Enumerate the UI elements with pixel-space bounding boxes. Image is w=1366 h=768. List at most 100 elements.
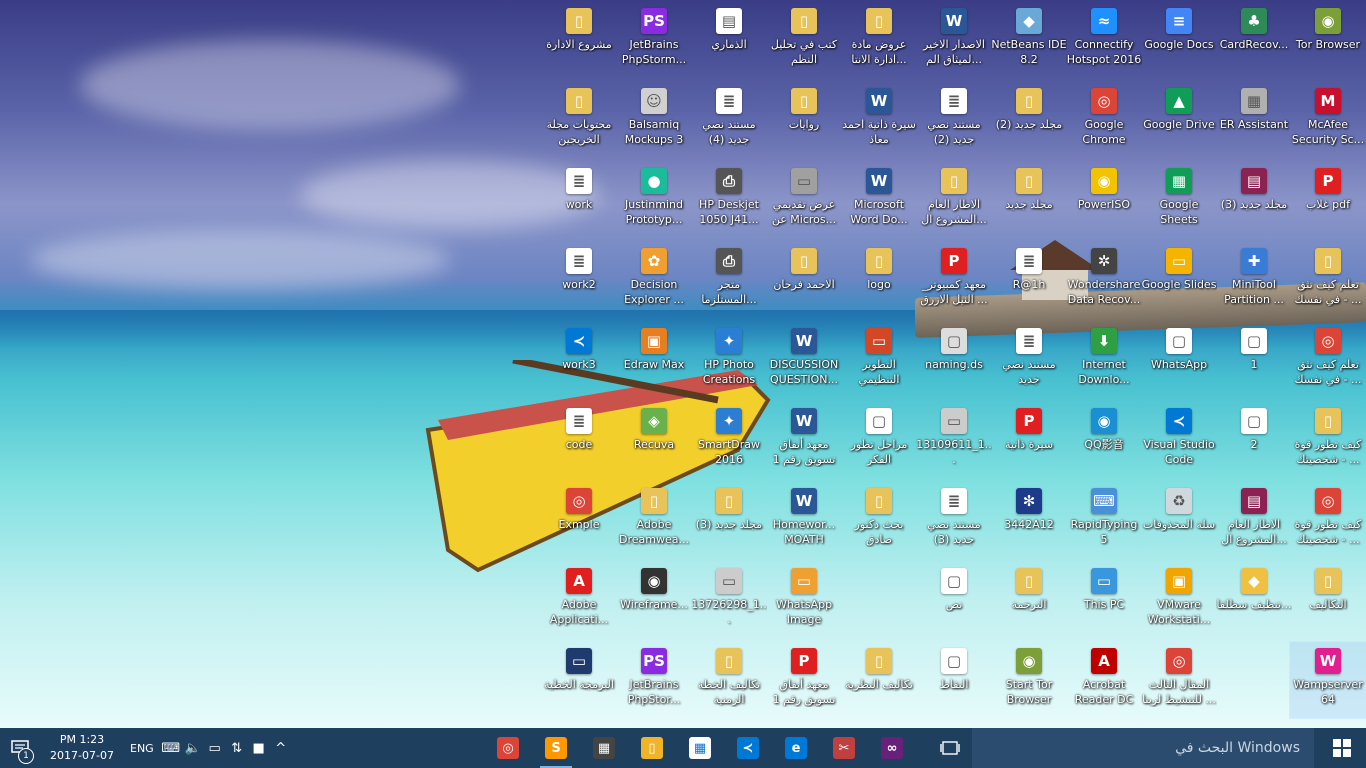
desktop-icon[interactable]: ◎ Google Chrome <box>1066 82 1142 158</box>
desktop-icon[interactable]: ◉ PowerISO <box>1066 162 1142 238</box>
desktop-icon[interactable]: ▯ محتويات مجلة الخريجين <box>541 82 617 158</box>
desktop-icon[interactable]: ▭ عرض تقديمي عن Micros... <box>766 162 842 238</box>
desktop-icon[interactable]: ≺ Visual Studio Code <box>1141 402 1217 478</box>
desktop-icon[interactable]: ⎙ HP Deskjet 1050 J41... <box>691 162 767 238</box>
desktop-icon[interactable]: ≣ مستند نصي جديد (3) <box>916 482 992 558</box>
taskbar-app-snipping-tool[interactable]: ✂ <box>820 728 868 768</box>
desktop-icon[interactable]: ▭ التطوير التنظيمي <box>841 322 917 398</box>
desktop-icon[interactable]: ▢ مراحل تطور الفكر <box>841 402 917 478</box>
desktop-icon[interactable]: ▢ 1 <box>1216 322 1292 398</box>
desktop-icon[interactable]: ▢ نص <box>916 562 992 638</box>
desktop-icon[interactable]: W سيرة ذاتية احمد معاذ <box>841 82 917 158</box>
desktop-icon[interactable]: ✻ 3442A12 <box>991 482 1067 558</box>
desktop-icon[interactable]: ⬇ Internet Downlo... <box>1066 322 1142 398</box>
desktop-icon[interactable]: PS JetBrains PhpStor... <box>616 642 692 718</box>
desktop-icon[interactable]: ▯ كتب في تحليل النظم <box>766 2 842 78</box>
desktop-icon[interactable]: ▯ التكاليف <box>1290 562 1366 638</box>
desktop-icon[interactable]: ♣ CardRecov... <box>1216 2 1292 78</box>
desktop-icon[interactable]: ✿ Decision Explorer ... <box>616 242 692 318</box>
show-hidden-icons-chevron-icon[interactable]: ^ <box>270 728 292 768</box>
desktop-icon[interactable]: ▭ 13726298_1... <box>691 562 767 638</box>
desktop-icon[interactable]: W Wampserver 64 <box>1289 641 1366 719</box>
desktop-icon[interactable]: ▣ VMware Workstati... <box>1141 562 1217 638</box>
desktop-icon[interactable]: ≣ R@1h <box>991 242 1067 318</box>
desktop-icon[interactable]: W Microsoft Word Do... <box>841 162 917 238</box>
desktop-icon[interactable]: W معهد أنفاق تسويق رقم 1 <box>766 402 842 478</box>
volume-icon[interactable]: 🔈 <box>182 728 204 768</box>
desktop-icon[interactable]: ◎ المقال الثالث للتنشيط لربنا ... <box>1141 642 1217 718</box>
desktop-icon[interactable]: ✦ SmartDraw 2016 <box>691 402 767 478</box>
desktop-icon[interactable]: ⌨ RapidTyping 5 <box>1066 482 1142 558</box>
desktop-icon[interactable]: ▯ تعلم كيف تثق في نفسك - ... <box>1290 242 1366 318</box>
desktop-icon[interactable]: ▯ logo <box>841 242 917 318</box>
desktop-icon[interactable]: ▯ الاطار العام المشروع ال... <box>916 162 992 238</box>
desktop-icon[interactable]: ▦ ER Assistant <box>1216 82 1292 158</box>
desktop-icon[interactable]: A Adobe Applicati... <box>541 562 617 638</box>
desktop-icon[interactable]: ▯ بحث دكتور صادق <box>841 482 917 558</box>
taskbar-app-store[interactable]: ▦ <box>676 728 724 768</box>
desktop-icon[interactable]: ≈ Connectify Hotspot 2016 <box>1066 2 1142 78</box>
taskbar-app-edge[interactable]: e <box>772 728 820 768</box>
desktop-icon[interactable]: ⎙ متجر المستلزما... <box>691 242 767 318</box>
desktop-icon[interactable]: ≣ code <box>541 402 617 478</box>
desktop-icon[interactable]: ✚ MiniTool Partition ... <box>1216 242 1292 318</box>
desktop-icon[interactable]: ▤ الذماري <box>691 2 767 78</box>
desktop-icon[interactable]: ▭ WhatsApp Image 2016... <box>766 562 842 638</box>
desktop-icon[interactable]: ≣ work <box>541 162 617 238</box>
desktop-icon[interactable]: ▢ WhatsApp <box>1141 322 1217 398</box>
desktop-icon[interactable]: ▤ الاطار العام المشروع ال... <box>1216 482 1292 558</box>
desktop-icon[interactable]: ▯ Adobe Dreamwea... <box>616 482 692 558</box>
desktop-icon[interactable]: M McAfee Security Sc... <box>1290 82 1366 158</box>
desktop-icon[interactable]: ✲ Wondershare Data Recov... <box>1066 242 1142 318</box>
desktop-icon[interactable]: ▯ روايات <box>766 82 842 158</box>
desktop-icon[interactable]: ◈ Recuva <box>616 402 692 478</box>
desktop-icon[interactable]: ≡ Google Docs <box>1141 2 1217 78</box>
desktop-icon[interactable]: ▯ عروض مادة ادارة الانتا... <box>841 2 917 78</box>
desktop-icon[interactable]: ▯ تكاليف النظرية <box>841 642 917 718</box>
taskbar-app-file-explorer[interactable]: ▯ <box>628 728 676 768</box>
desktop-icon[interactable]: ◎ كيف تطور قوة شخصيتك - ... <box>1290 482 1366 558</box>
desktop-icon[interactable]: A Acrobat Reader DC <box>1066 642 1142 718</box>
desktop-icon[interactable]: ◉ Start Tor Browser <box>991 642 1067 718</box>
desktop-icon[interactable]: ◎ Exmple <box>541 482 617 558</box>
desktop-icon[interactable]: W Homewor... MOATH <box>766 482 842 558</box>
desktop-icon[interactable]: ◎ تعلم كيف تثق في نفسك - ... <box>1290 322 1366 398</box>
desktop-icon[interactable]: ▯ كيف تطور قوة شخصيتك - ... <box>1290 402 1366 478</box>
clock[interactable]: PM 1:23 2017-07-07 <box>40 732 124 764</box>
taskbar-app-chrome[interactable]: ◎ <box>484 728 532 768</box>
desktop-icon[interactable]: ● Justinmind Prototyp... <box>616 162 692 238</box>
taskbar-app-sublime-text[interactable]: S <box>532 728 580 768</box>
desktop-icon[interactable]: W DISCUSSION QUESTION... <box>766 322 842 398</box>
desktop-icon[interactable]: ≺ work3 <box>541 322 617 398</box>
desktop-icon[interactable]: ▯ مشروع الادارة <box>541 2 617 78</box>
battery-icon[interactable]: ▭ <box>204 728 226 768</box>
desktop-icon[interactable]: PS JetBrains PhpStorm... <box>616 2 692 78</box>
desktop-icon[interactable]: ♻ سلة المحذوفات <box>1141 482 1217 558</box>
desktop-icon[interactable]: ▯ مجلد جديد (3) <box>691 482 767 558</box>
windows-search-box[interactable]: البحث في Windows <box>972 728 1314 768</box>
start-button[interactable] <box>1318 728 1366 768</box>
input-language-indicator[interactable]: ENG <box>124 742 160 755</box>
task-view-button[interactable] <box>926 728 974 768</box>
network-icon[interactable]: ⇅ <box>226 728 248 768</box>
desktop-icon[interactable]: ▦ Google Sheets <box>1141 162 1217 238</box>
desktop-icon[interactable]: ◉ Tor Browser <box>1290 2 1366 78</box>
desktop-icon[interactable]: ◆ تنظيف سطلقا... <box>1216 562 1292 638</box>
desktop-icon[interactable]: ▯ مجلد جديد (2) <box>991 82 1067 158</box>
desktop-icon[interactable]: P معهد أنفاق تسويق رقم 1 <box>766 642 842 718</box>
desktop-icon[interactable]: ▭ Google Slides <box>1141 242 1217 318</box>
desktop-icon[interactable]: ▤ مجلد جديد (3) <box>1216 162 1292 238</box>
desktop-icon[interactable]: ▢ 2 <box>1216 402 1292 478</box>
desktop-icon[interactable]: ◉ Wireframe... <box>616 562 692 638</box>
desktop-icon[interactable]: ◆ NetBeans IDE 8.2 <box>991 2 1067 78</box>
desktop-icon[interactable]: W الاصدار الاخير لميثاق الم... <box>916 2 992 78</box>
taskbar-app-visual-studio[interactable]: ∞ <box>868 728 916 768</box>
desktop-icon[interactable]: ▭ البرمجة الخطية <box>541 642 617 718</box>
desktop-icon[interactable]: ▯ تكاليف الخطة الزمنية <box>691 642 767 718</box>
desktop-icon[interactable]: P غلاب pdf <box>1290 162 1366 238</box>
taskbar-app-calculator[interactable]: ▦ <box>580 728 628 768</box>
action-center-button[interactable]: 1 <box>0 728 40 768</box>
taskbar-app-vscode[interactable]: ≺ <box>724 728 772 768</box>
desktop-icon[interactable]: ≣ مستند نصي جديد <box>991 322 1067 398</box>
desktop-icon[interactable]: ▯ مجلد جديد <box>991 162 1067 238</box>
